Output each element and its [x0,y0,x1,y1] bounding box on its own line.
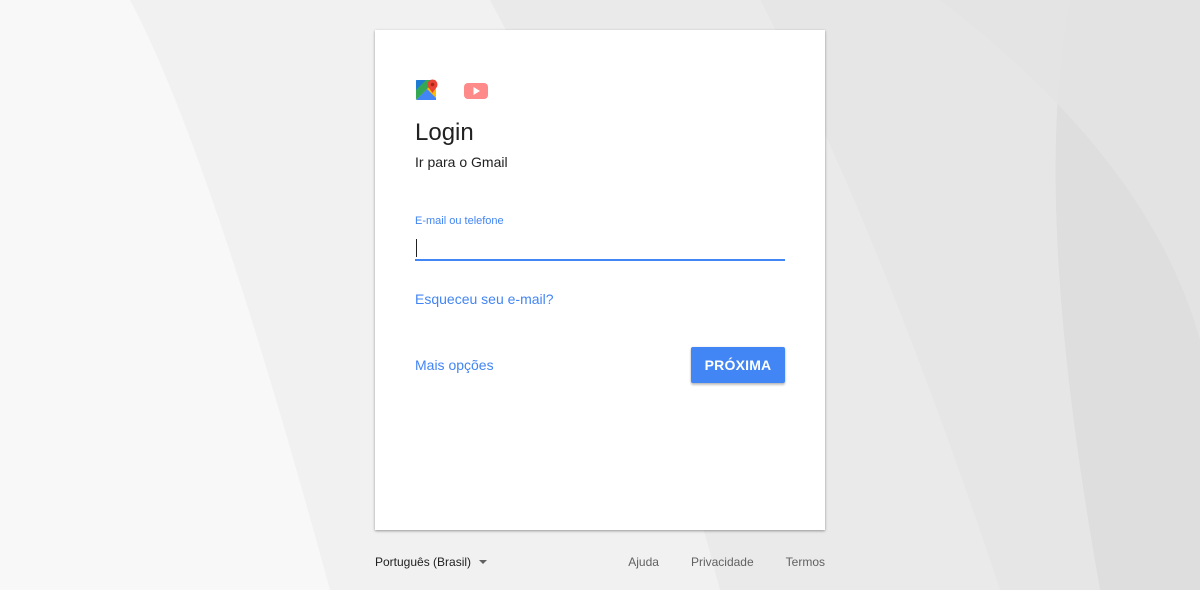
footer-link-terms[interactable]: Termos [786,555,825,569]
email-field-label: E-mail ou telefone [415,215,504,227]
language-selector[interactable]: Português (Brasil) [375,554,488,570]
email-input[interactable] [415,234,785,258]
youtube-icon [464,83,488,99]
footer-links: Ajuda Privacidade Termos [596,554,825,570]
footer-link-privacy[interactable]: Privacidade [691,555,754,569]
next-button[interactable]: PRÓXIMA [691,347,785,383]
page-subtitle: Ir para o Gmail [415,154,508,170]
maps-icon [416,79,438,100]
page-title: Login [415,119,474,146]
dropdown-arrow-icon [479,559,488,564]
text-caret [416,239,417,257]
language-label: Português (Brasil) [375,555,472,569]
email-field: E-mail ou telefone [415,214,785,262]
forgot-email-link[interactable]: Esqueceu seu e-mail? [415,290,554,308]
more-options-link[interactable]: Mais opções [415,356,494,374]
footer-link-help[interactable]: Ajuda [628,555,659,569]
login-card: Login Ir para o Gmail E-mail ou telefone… [375,30,825,530]
footer: Português (Brasil) Ajuda Privacidade Termo… [375,552,825,572]
email-field-underline [415,259,785,261]
